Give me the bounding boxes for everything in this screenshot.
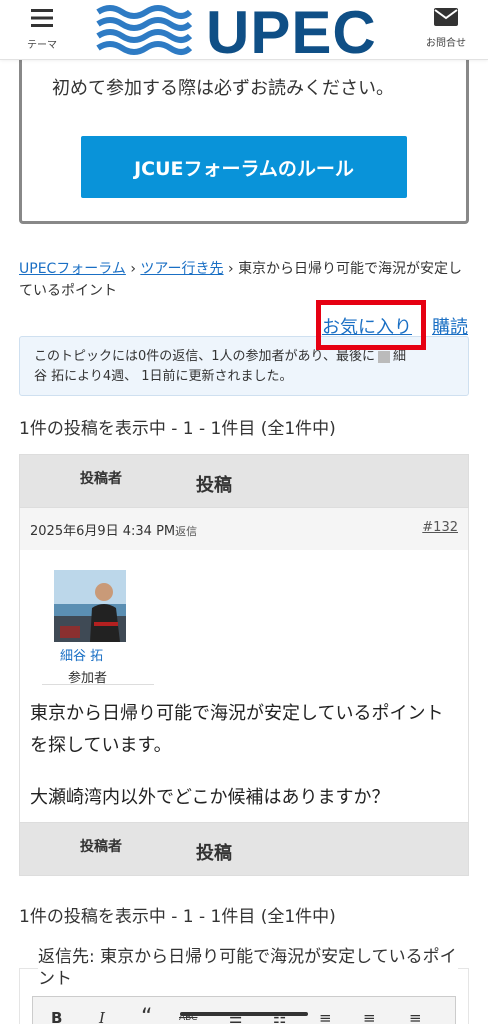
col-post: 投稿 <box>196 475 232 496</box>
breadcrumb-category-link[interactable]: ツアー行き先 <box>140 261 223 277</box>
favorite-link[interactable]: お気に入り <box>322 313 412 339</box>
author-name-link[interactable]: 細谷 拓 <box>60 645 103 664</box>
col-author: 投稿者 <box>80 839 122 855</box>
author-divider <box>42 684 154 685</box>
reply-title: 返信先: 東京から日帰り可能で海況が安定しているポイント <box>38 946 458 990</box>
post-paragraph: 大瀬崎湾内以外でどこか候補はありますか？ <box>30 787 390 808</box>
breadcrumb-separator: › <box>125 261 141 277</box>
post-permalink[interactable]: #132 <box>422 520 458 535</box>
logo-text: UPEC <box>206 0 377 66</box>
mini-avatar <box>378 350 391 363</box>
contact-label: お問合せ <box>426 38 466 49</box>
col-post: 投稿 <box>196 843 232 864</box>
wave-icon <box>96 5 192 55</box>
post-meta: 2025年6月9日 4:34 PM返信 #132 <box>19 508 469 550</box>
editor-toolbar: B I “ ABC ☰ ☷ ≡ ≡ ≡ <box>32 996 456 1024</box>
topic-info-text: このトピックには0件の返信、1人の参加者があり、最後に <box>34 349 376 364</box>
col-author: 投稿者 <box>80 471 122 487</box>
subscribe-link[interactable]: 購読 <box>432 313 468 339</box>
reply-label[interactable]: 返信 <box>175 525 197 538</box>
posts-table-footer: 投稿者 投稿 <box>19 822 469 876</box>
upec-logo[interactable]: UPEC <box>96 0 386 66</box>
topic-info-author[interactable]: 細 <box>393 349 406 364</box>
italic-button[interactable]: I <box>99 1009 105 1024</box>
post-count-bottom: 1件の投稿を表示中 - 1 - 1件目 (全1件中) <box>19 907 336 927</box>
align-left-button[interactable]: ≡ <box>319 1009 332 1024</box>
contact-button[interactable]: お問合せ <box>418 8 474 49</box>
topic-info-text-2: 谷 拓により4週、 1日前に更新されました。 <box>34 369 293 384</box>
post-count-top: 1件の投稿を表示中 - 1 - 1件目 (全1件中) <box>19 419 336 439</box>
posts-table-header: 投稿者 投稿 <box>19 454 469 508</box>
mail-icon <box>434 8 458 26</box>
breadcrumb-forum-link[interactable]: UPECフォーラム <box>19 261 126 277</box>
bold-button[interactable]: B <box>51 1009 62 1024</box>
site-header: テーマ UPEC お問合せ <box>0 0 488 66</box>
post-paragraph: 東京から日帰り可能で海況が安定しているポイントを探しています。 <box>30 703 444 756</box>
align-right-button[interactable]: ≡ <box>409 1009 422 1024</box>
breadcrumb-separator: › <box>223 261 239 277</box>
forum-rules-button[interactable]: JCUEフォーラムのルール <box>81 136 407 198</box>
home-indicator <box>180 1012 308 1016</box>
hamburger-icon <box>31 9 53 27</box>
theme-label: テーマ <box>27 40 57 51</box>
author-photo <box>54 570 126 642</box>
breadcrumb: UPECフォーラム › ツアー行き先 › 東京から日帰り可能で海況が安定している… <box>19 258 469 302</box>
avatar[interactable] <box>54 570 126 642</box>
theme-menu-button[interactable]: テーマ <box>14 8 70 51</box>
post-body: 細谷 拓 参加者 東京から日帰り可能で海況が安定しているポイントを探しています。… <box>19 550 469 824</box>
rules-notice-box: 初めて参加する際は必ずお読みください。 JCUEフォーラムのルール <box>19 40 469 224</box>
post-date: 2025年6月9日 4:34 PM返信 <box>30 524 198 539</box>
rules-notice-text: 初めて参加する際は必ずお読みください。 <box>52 78 394 99</box>
quote-button[interactable]: “ <box>141 1005 152 1024</box>
align-center-button[interactable]: ≡ <box>363 1009 376 1024</box>
